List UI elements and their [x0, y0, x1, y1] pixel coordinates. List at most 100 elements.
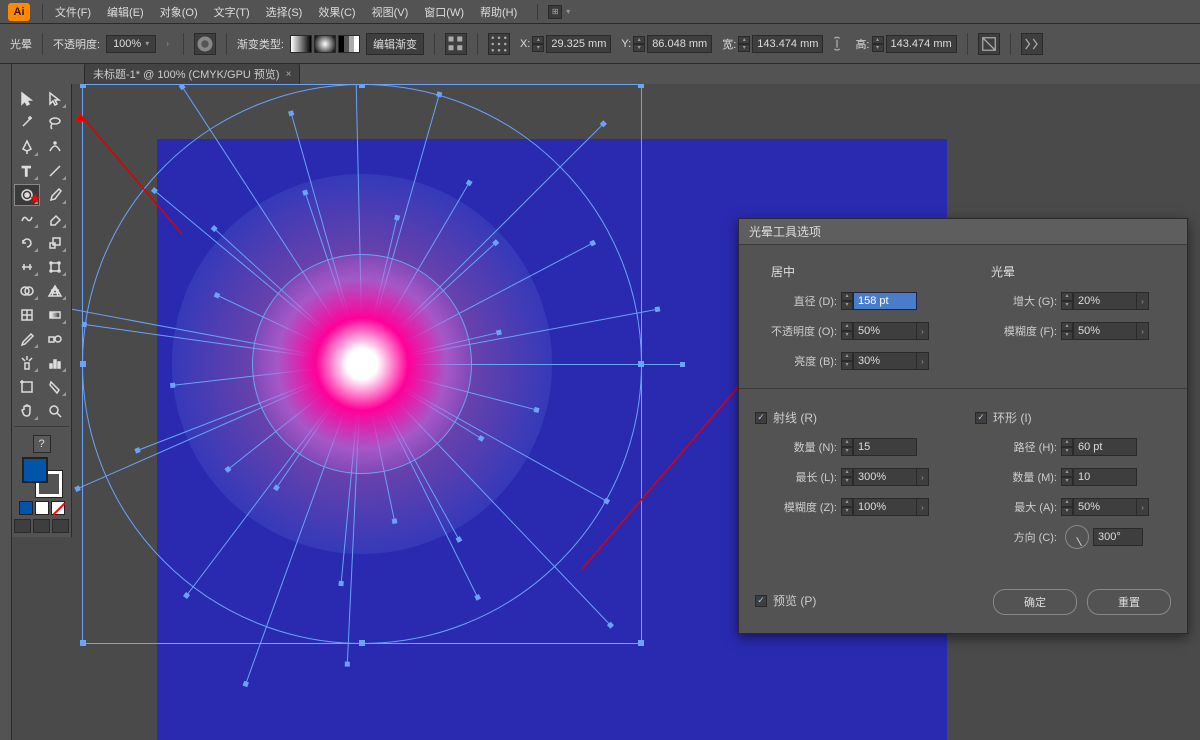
blend-tool[interactable] [42, 328, 68, 350]
magic-wand-tool[interactable] [14, 112, 40, 134]
menu-help[interactable]: 帮助(H) [472, 4, 525, 20]
x-field[interactable]: X:▴▾29.325 mm [516, 35, 611, 53]
rays-checkbox[interactable]: ✓射线 (R) [755, 409, 951, 426]
direction-input[interactable] [1093, 528, 1143, 546]
menu-view[interactable]: 视图(V) [364, 4, 417, 20]
free-transform-tool[interactable] [42, 256, 68, 278]
menu-object[interactable]: 对象(O) [152, 4, 206, 20]
pen-tool[interactable] [14, 136, 40, 158]
shaper-tool[interactable] [14, 208, 40, 230]
fill-stroke-swatch[interactable] [22, 457, 62, 497]
reset-button[interactable]: 重置 [1087, 589, 1171, 615]
diameter-stepper[interactable]: ▴▾ [841, 292, 853, 310]
gradient-radial[interactable] [314, 35, 336, 53]
direction-dial[interactable] [1065, 525, 1089, 549]
lasso-tool[interactable] [42, 112, 68, 134]
direct-selection-tool[interactable] [42, 88, 68, 110]
opacity-input[interactable] [853, 322, 917, 340]
mesh-tool[interactable] [14, 304, 40, 326]
longest-input[interactable] [853, 468, 917, 486]
gradient-mode-icon[interactable] [35, 501, 49, 515]
slice-tool[interactable] [42, 376, 68, 398]
type-tool[interactable]: T [14, 160, 40, 182]
opacity-popup-icon[interactable]: › [166, 39, 169, 48]
grow-stepper[interactable]: ▴▾ [1061, 292, 1073, 310]
diameter-input[interactable] [853, 292, 917, 310]
column-graph-tool[interactable] [42, 352, 68, 374]
halo-fuzz-stepper[interactable]: ▴▾ [1061, 322, 1073, 340]
path-stepper[interactable]: ▴▾ [1061, 438, 1073, 456]
draw-inside-icon[interactable] [52, 519, 69, 533]
recolor-icon[interactable] [194, 33, 216, 55]
perspective-grid-tool[interactable] [42, 280, 68, 302]
align-icon[interactable] [445, 33, 467, 55]
eyedropper-tool[interactable] [14, 328, 40, 350]
menu-effect[interactable]: 效果(C) [310, 4, 363, 20]
brightness-slider-icon[interactable]: › [917, 352, 929, 370]
grow-slider-icon[interactable]: › [1137, 292, 1149, 310]
y-field[interactable]: Y:▴▾86.048 mm [617, 35, 712, 53]
menu-select[interactable]: 选择(S) [258, 4, 311, 20]
isolate-icon[interactable] [978, 33, 1000, 55]
transform-icon[interactable] [488, 33, 510, 55]
paintbrush-tool[interactable] [42, 184, 68, 206]
zoom-tool[interactable] [42, 400, 68, 422]
largest-stepper[interactable]: ▴▾ [1061, 498, 1073, 516]
path-input[interactable] [1073, 438, 1137, 456]
selection-tool[interactable] [14, 88, 40, 110]
gradient-freeform[interactable] [338, 35, 360, 53]
symbol-sprayer-tool[interactable] [14, 352, 40, 374]
artboard-tool[interactable] [14, 376, 40, 398]
link-wh-icon[interactable] [829, 33, 845, 55]
largest-slider-icon[interactable]: › [1137, 498, 1149, 516]
document-tab[interactable]: 未标题-1* @ 100% (CMYK/GPU 预览) × [84, 63, 300, 84]
curvature-tool[interactable] [42, 136, 68, 158]
largest-input[interactable] [1073, 498, 1137, 516]
preview-checkbox[interactable]: ✓预览 (P) [755, 592, 816, 609]
rectangle-tool[interactable]: ★ [14, 184, 40, 206]
draw-normal-icon[interactable] [14, 519, 31, 533]
shape-builder-tool[interactable] [14, 280, 40, 302]
hand-tool[interactable] [14, 400, 40, 422]
color-mode-icon[interactable] [19, 501, 33, 515]
more-icon[interactable] [1021, 33, 1043, 55]
brightness-input[interactable] [853, 352, 917, 370]
line-segment-tool[interactable] [42, 160, 68, 182]
ok-button[interactable]: 确定 [993, 589, 1077, 615]
halo-fuzz-slider-icon[interactable]: › [1137, 322, 1149, 340]
rays-count-stepper[interactable]: ▴▾ [841, 438, 853, 456]
eraser-tool[interactable] [42, 208, 68, 230]
rays-count-input[interactable] [853, 438, 917, 456]
workspace-switcher[interactable]: ⊞ ▾ [548, 5, 570, 19]
menu-type[interactable]: 文字(T) [206, 4, 258, 20]
longest-slider-icon[interactable]: › [917, 468, 929, 486]
width-tool[interactable] [14, 256, 40, 278]
longest-stepper[interactable]: ▴▾ [841, 468, 853, 486]
h-field[interactable]: 高:▴▾143.474 mm [851, 35, 956, 53]
gradient-linear[interactable] [290, 35, 312, 53]
rays-fuzz-stepper[interactable]: ▴▾ [841, 498, 853, 516]
opacity-slider-icon[interactable]: › [917, 322, 929, 340]
menu-file[interactable]: 文件(F) [47, 4, 99, 20]
help-button[interactable]: ? [33, 435, 51, 453]
menu-edit[interactable]: 编辑(E) [99, 4, 152, 20]
none-mode-icon[interactable] [51, 501, 65, 515]
gradient-tool[interactable] [42, 304, 68, 326]
rings-count-input[interactable] [1073, 468, 1137, 486]
brightness-stepper[interactable]: ▴▾ [841, 352, 853, 370]
rays-fuzz-input[interactable] [853, 498, 917, 516]
tab-close-icon[interactable]: × [286, 69, 292, 80]
rays-fuzz-slider-icon[interactable]: › [917, 498, 929, 516]
menu-window[interactable]: 窗口(W) [416, 4, 472, 20]
halo-fuzz-input[interactable] [1073, 322, 1137, 340]
w-field[interactable]: 宽:▴▾143.474 mm [718, 35, 823, 53]
grow-input[interactable] [1073, 292, 1137, 310]
opacity-stepper[interactable]: ▴▾ [841, 322, 853, 340]
edit-gradient-button[interactable]: 编辑渐变 [366, 33, 424, 55]
rings-count-stepper[interactable]: ▴▾ [1061, 468, 1073, 486]
rotate-tool[interactable] [14, 232, 40, 254]
opacity-dropdown[interactable]: 100%▾ [106, 35, 156, 53]
rings-checkbox[interactable]: ✓环形 (I) [975, 409, 1171, 426]
scale-tool[interactable] [42, 232, 68, 254]
draw-behind-icon[interactable] [33, 519, 50, 533]
